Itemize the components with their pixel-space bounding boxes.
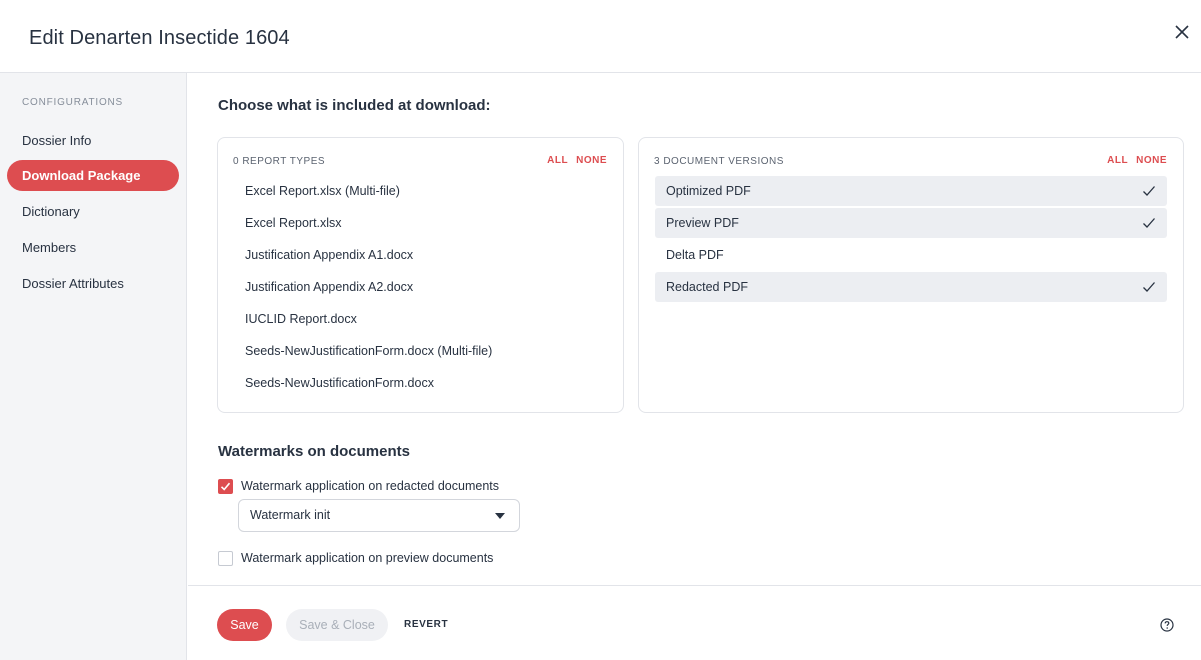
section-title: Choose what is included at download: [218, 97, 491, 114]
save-button[interactable]: Save [217, 609, 272, 641]
report-types-none-button[interactable]: NONE [576, 155, 607, 166]
watermark-redacted-label: Watermark application on redacted docume… [241, 479, 500, 493]
list-item[interactable]: Optimized PDF [655, 176, 1167, 206]
list-item[interactable]: Redacted PDF [655, 272, 1167, 302]
list-item-label: Excel Report.xlsx [245, 216, 342, 230]
dialog-title: Edit Denarten Insectide 1604 [29, 27, 290, 49]
list-item-label: Seeds-NewJustificationForm.docx [245, 376, 434, 390]
list-item-label: Excel Report.xlsx (Multi-file) [245, 184, 400, 198]
list-item-label: Justification Appendix A2.docx [245, 280, 414, 294]
dialog-header: Edit Denarten Insectide 1604 [0, 0, 1201, 73]
sidebar-item-dossier-info[interactable]: Dossier Info [7, 125, 179, 156]
sidebar-item-dossier-attributes[interactable]: Dossier Attributes [7, 268, 179, 299]
watermark-redacted-row[interactable]: Watermark application on redacted docume… [218, 478, 499, 494]
document-versions-heading: 3 DOCUMENT VERSIONS [654, 156, 784, 167]
watermark-select[interactable]: Watermark init [238, 499, 520, 532]
sidebar-item-download-package[interactable]: Download Package [7, 160, 179, 191]
list-item-label: Optimized PDF [666, 184, 751, 198]
watermark-preview-row[interactable]: Watermark application on preview documen… [218, 550, 493, 566]
watermark-preview-checkbox[interactable] [218, 550, 233, 566]
watermark-redacted-checkbox[interactable] [218, 478, 233, 494]
dialog-footer: Save Save & Close REVERT [188, 585, 1201, 660]
list-item-label: Seeds-NewJustificationForm.docx (Multi-f… [245, 344, 493, 358]
check-icon [1143, 218, 1155, 228]
watermark-preview-label: Watermark application on preview documen… [241, 551, 494, 565]
list-item[interactable]: Justification Appendix A2.docx [234, 272, 607, 302]
sidebar-item-dictionary[interactable]: Dictionary [7, 196, 179, 227]
document-versions-actions: ALL NONE [1099, 155, 1167, 166]
list-item[interactable]: Excel Report.xlsx (Multi-file) [234, 176, 607, 206]
list-item-label: Justification Appendix A1.docx [245, 248, 414, 262]
sidebar-item-members[interactable]: Members [7, 232, 179, 263]
save-and-close-button[interactable]: Save & Close [286, 609, 388, 641]
help-icon[interactable] [1160, 618, 1174, 632]
list-item[interactable]: Delta PDF [655, 240, 1167, 270]
main-content: Choose what is included at download: 0 R… [188, 73, 1201, 585]
chevron-down-icon [495, 513, 505, 519]
sidebar: CONFIGURATIONS Dossier Info Download Pac… [0, 73, 187, 660]
list-item-label: IUCLID Report.docx [245, 312, 357, 326]
report-types-panel: 0 REPORT TYPES ALL NONE Excel Report.xlsx… [217, 137, 624, 413]
document-versions-none-button[interactable]: NONE [1136, 155, 1167, 166]
list-item[interactable]: Justification Appendix A1.docx [234, 240, 607, 270]
document-versions-list: Optimized PDF Preview PDF Delta PDF Reda… [655, 176, 1167, 304]
check-icon [1143, 186, 1155, 196]
check-icon [1143, 282, 1155, 292]
revert-button[interactable]: REVERT [404, 619, 448, 630]
list-item[interactable]: Excel Report.xlsx [234, 208, 607, 238]
list-item[interactable]: Seeds-NewJustificationForm.docx [234, 368, 607, 398]
document-versions-all-button[interactable]: ALL [1107, 155, 1128, 166]
list-item-label: Delta PDF [666, 248, 724, 262]
list-item[interactable]: Preview PDF [655, 208, 1167, 238]
list-item[interactable]: Seeds-NewJustificationForm.docx (Multi-f… [234, 336, 607, 366]
watermark-select-value: Watermark init [250, 508, 331, 522]
list-item[interactable]: IUCLID Report.docx [234, 304, 607, 334]
report-types-list: Excel Report.xlsx (Multi-file) Excel Rep… [234, 176, 607, 400]
sidebar-heading: CONFIGURATIONS [22, 97, 124, 108]
list-item-label: Redacted PDF [666, 280, 748, 294]
document-versions-panel: 3 DOCUMENT VERSIONS ALL NONE Optimized PD… [638, 137, 1184, 413]
report-types-actions: ALL NONE [539, 155, 607, 166]
watermarks-title: Watermarks on documents [218, 443, 410, 460]
check-icon [220, 482, 231, 491]
close-icon[interactable] [1171, 21, 1193, 43]
report-types-heading: 0 REPORT TYPES [233, 156, 326, 167]
list-item-label: Preview PDF [666, 216, 739, 230]
report-types-all-button[interactable]: ALL [547, 155, 568, 166]
